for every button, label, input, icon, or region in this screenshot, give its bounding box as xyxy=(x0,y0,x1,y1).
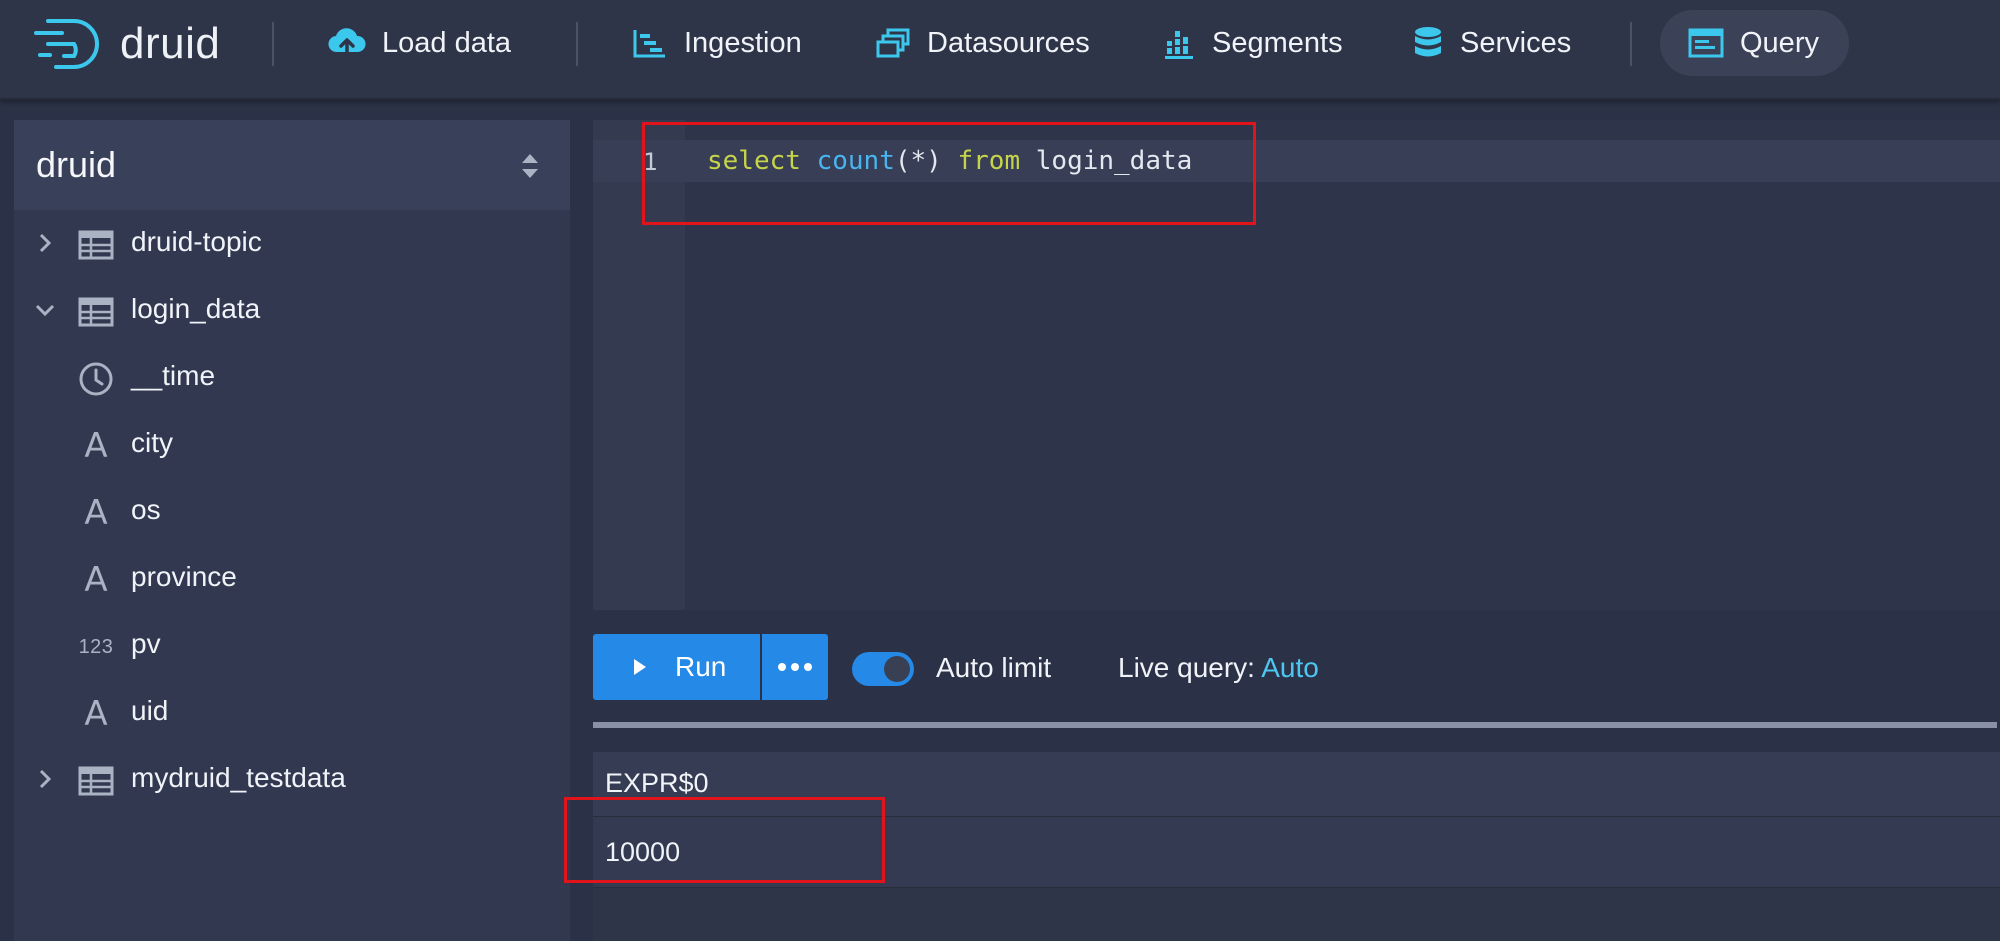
live-query-control[interactable]: Live query: Auto xyxy=(1118,652,1319,684)
string-type-icon: A xyxy=(84,493,108,533)
tree-item-label: city xyxy=(131,427,173,458)
run-button-label: Run xyxy=(675,651,727,682)
nav-label: Services xyxy=(1460,26,1572,59)
cloud-upload-icon xyxy=(328,28,366,59)
tree-item-table[interactable]: mydruid_testdata xyxy=(14,746,570,813)
sql-keyword: select xyxy=(707,146,801,176)
schema-selector[interactable]: druid xyxy=(14,120,570,210)
live-query-label: Live query: xyxy=(1118,652,1255,683)
sql-punctuation: (*) xyxy=(894,146,942,176)
logo-text: druid xyxy=(120,19,221,68)
run-button[interactable]: Run xyxy=(593,634,760,700)
gantt-chart-icon xyxy=(633,30,665,58)
numeric-type-icon: 123 xyxy=(78,636,114,658)
application-icon xyxy=(1688,28,1724,58)
chevron-down-icon[interactable] xyxy=(34,299,56,321)
schema-name: druid xyxy=(36,144,117,185)
multi-select-icon xyxy=(876,28,910,58)
string-type-icon: A xyxy=(84,560,108,600)
nav-label: Ingestion xyxy=(684,26,802,59)
top-nav-bar: druid Load data Ingestion Datasources Se… xyxy=(0,0,2000,100)
database-icon xyxy=(1415,27,1441,57)
stacked-chart-icon xyxy=(1165,31,1193,59)
column-header[interactable]: EXPR$0 xyxy=(605,768,709,799)
nav-load-data[interactable]: Load data xyxy=(328,10,511,76)
header-divider xyxy=(576,22,578,66)
tree-item-column[interactable]: A province xyxy=(14,545,570,612)
tree-item-label: druid-topic xyxy=(131,226,262,257)
druid-logo[interactable]: druid xyxy=(34,14,220,74)
tree-item-column[interactable]: A os xyxy=(14,478,570,545)
nav-ingestion[interactable]: Ingestion xyxy=(632,10,802,76)
play-icon xyxy=(634,659,646,675)
nav-label: Load data xyxy=(382,26,512,59)
nav-segments[interactable]: Segments xyxy=(1162,10,1343,76)
nav-query[interactable]: Query xyxy=(1660,10,1849,76)
toggle-knob xyxy=(884,656,910,682)
sql-space xyxy=(1020,146,1036,176)
tree-item-column[interactable]: 123 pv xyxy=(14,612,570,679)
nav-label: Query xyxy=(1740,26,1819,59)
tree-item-label: pv xyxy=(131,628,161,659)
chevron-right-icon[interactable] xyxy=(34,232,56,254)
time-icon xyxy=(78,361,114,397)
line-number: 1 xyxy=(643,148,658,176)
caret-sort-icon xyxy=(522,154,538,178)
tree-item-label: uid xyxy=(131,695,169,726)
query-results-table: EXPR$0 10000 xyxy=(593,752,2000,941)
more-options-button[interactable] xyxy=(762,634,828,700)
sql-keyword: from xyxy=(957,146,1021,176)
auto-limit-label: Auto limit xyxy=(936,652,1052,683)
tree-item-table[interactable]: login_data xyxy=(14,277,570,344)
table-header: EXPR$0 xyxy=(593,752,2000,817)
nav-label: Segments xyxy=(1212,26,1343,59)
tree-item-table[interactable]: druid-topic xyxy=(14,210,570,277)
sql-space xyxy=(801,146,817,176)
druid-logo-icon xyxy=(34,19,99,69)
table-icon xyxy=(78,227,114,263)
schema-sidebar: druid druid-topic login_data __time A ci… xyxy=(14,120,570,941)
tree-item-column[interactable]: __time xyxy=(14,344,570,411)
sql-space xyxy=(942,146,958,176)
table-cell[interactable]: 10000 xyxy=(605,837,680,868)
sql-function: count xyxy=(816,146,895,176)
tree-item-column[interactable]: A uid xyxy=(14,679,570,746)
nav-services[interactable]: Services xyxy=(1412,10,1571,76)
sql-query-text[interactable]: select count(*) from login_data xyxy=(707,146,1192,176)
chevron-right-icon[interactable] xyxy=(34,768,56,790)
table-icon xyxy=(78,763,114,799)
sql-editor[interactable]: 1 select count(*) from login_data xyxy=(593,120,2000,610)
auto-limit-toggle[interactable] xyxy=(852,652,914,686)
tree-item-label: province xyxy=(131,561,237,592)
nav-datasources[interactable]: Datasources xyxy=(875,10,1090,76)
table-row: 10000 xyxy=(593,817,2000,888)
live-query-value[interactable]: Auto xyxy=(1261,652,1319,683)
editor-gutter xyxy=(593,120,685,610)
more-icon xyxy=(778,663,812,671)
sql-identifier: login_data xyxy=(1035,146,1193,176)
string-type-icon: A xyxy=(84,426,108,466)
tree-item-label: os xyxy=(131,494,161,525)
tree-item-label: mydruid_testdata xyxy=(131,762,346,793)
tree-item-label: login_data xyxy=(131,293,261,324)
tree-item-label: __time xyxy=(131,360,216,391)
resize-splitter[interactable] xyxy=(593,722,1997,728)
string-type-icon: A xyxy=(84,694,108,734)
nav-label: Datasources xyxy=(927,26,1090,59)
table-icon xyxy=(78,294,114,330)
header-divider xyxy=(1630,22,1632,66)
header-divider xyxy=(272,22,274,66)
tree-item-column[interactable]: A city xyxy=(14,411,570,478)
